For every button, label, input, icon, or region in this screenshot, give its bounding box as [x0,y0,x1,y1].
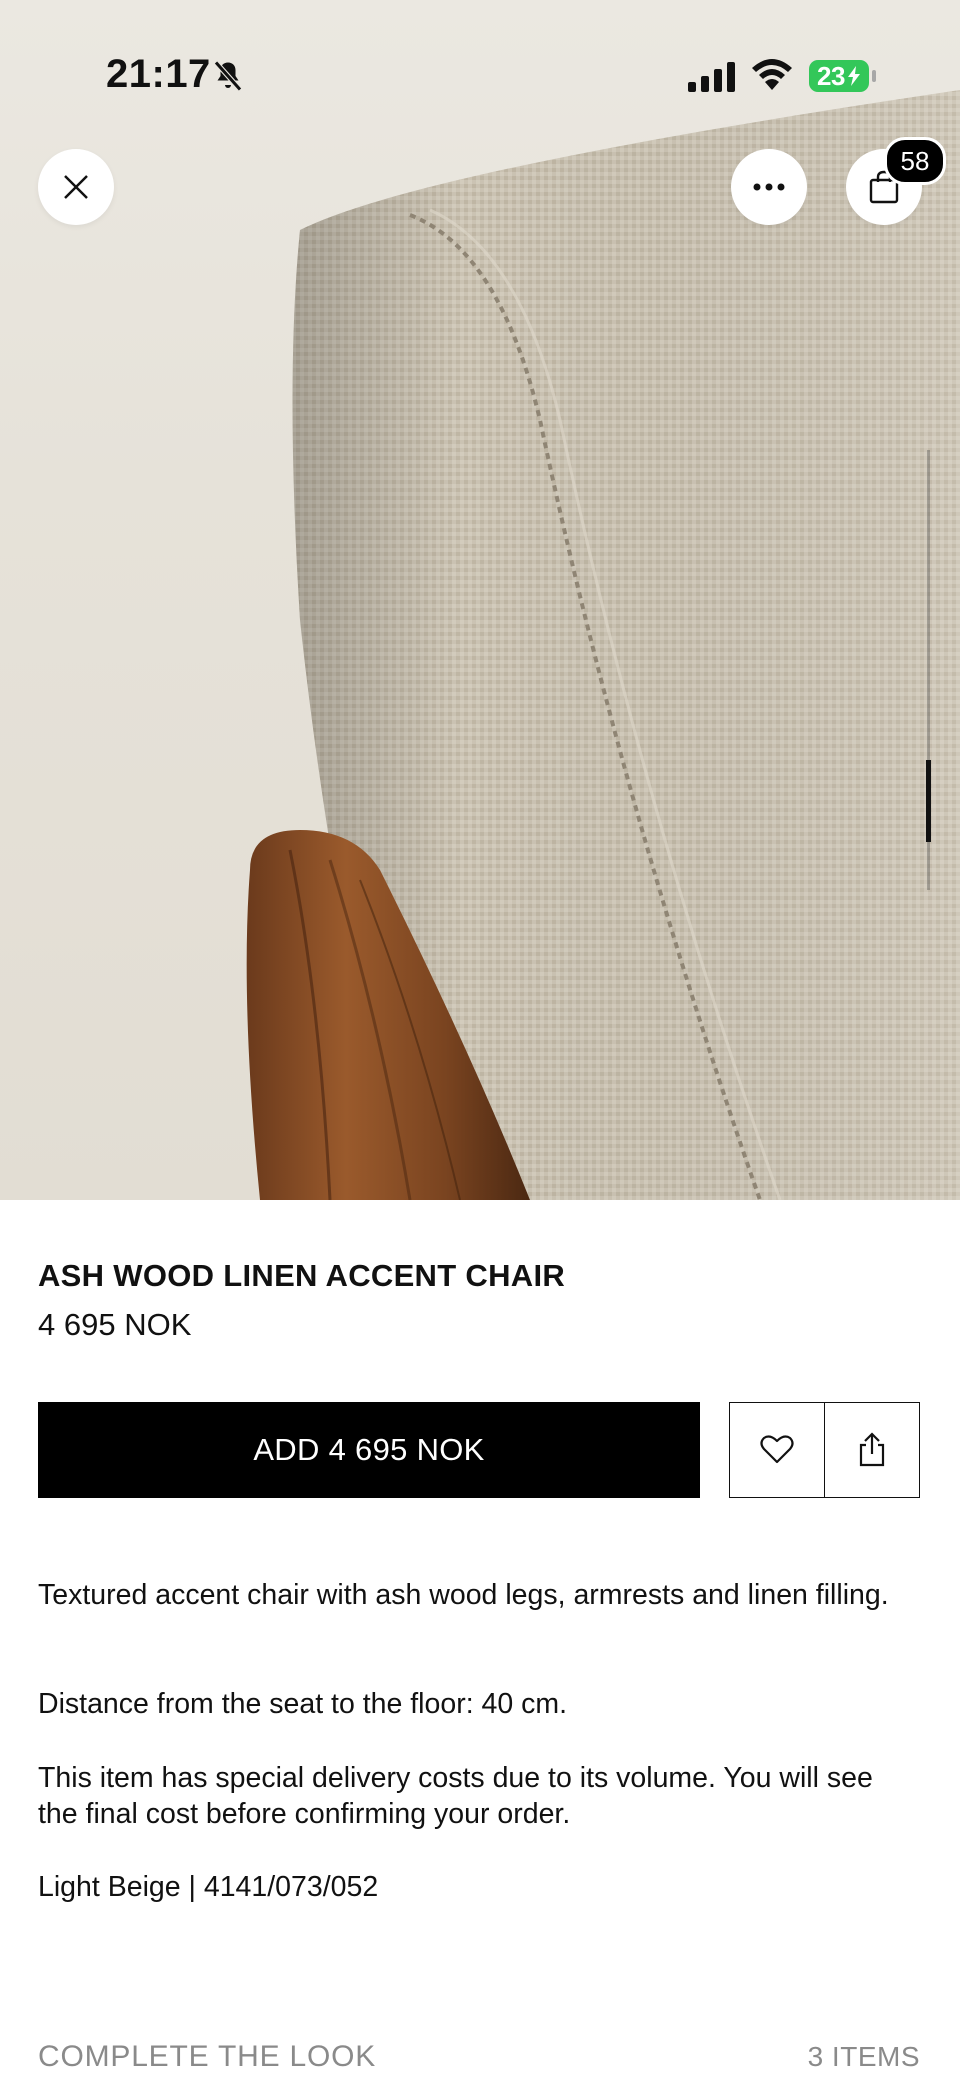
wifi-icon [752,59,792,90]
status-time: 21:17 [106,52,211,96]
bell-slash-icon [214,60,242,92]
color-reference: Light Beige | 4141/073/052 [38,1871,379,1903]
seat-height-text: Distance from the seat to the floor: 40 … [38,1688,568,1720]
product-title: ASH WOOD LINEN ACCENT CHAIR [38,1258,566,1293]
chair-photo [246,90,960,1200]
signal-icon [688,62,735,92]
charging-bolt-icon [847,66,860,86]
share-icon [859,1432,885,1467]
complete-the-look-count[interactable]: 3 ITEMS [808,2041,920,2073]
description-paragraph: Textured accent chair with ash wood legs… [38,1579,889,1611]
more-icon [753,183,785,191]
battery-nub [872,70,876,82]
delivery-note: This item has special delivery costs due… [38,1762,873,1830]
close-icon [64,175,88,199]
favorite-button[interactable] [729,1402,825,1498]
close-button[interactable] [38,149,114,225]
product-image[interactable] [0,0,960,1200]
battery-icon: 23 [809,60,869,92]
share-button[interactable] [824,1402,920,1498]
bag-count-badge: 58 [884,137,946,185]
add-to-cart-button[interactable]: ADD 4 695 NOK [38,1402,700,1498]
product-price: 4 695 NOK [38,1307,192,1342]
more-options-button[interactable] [731,149,807,225]
complete-the-look-title: COMPLETE THE LOOK [38,2040,377,2073]
heart-icon [760,1435,794,1464]
gallery-scroll-indicator[interactable] [926,760,931,842]
battery-level: 23 [817,60,845,91]
